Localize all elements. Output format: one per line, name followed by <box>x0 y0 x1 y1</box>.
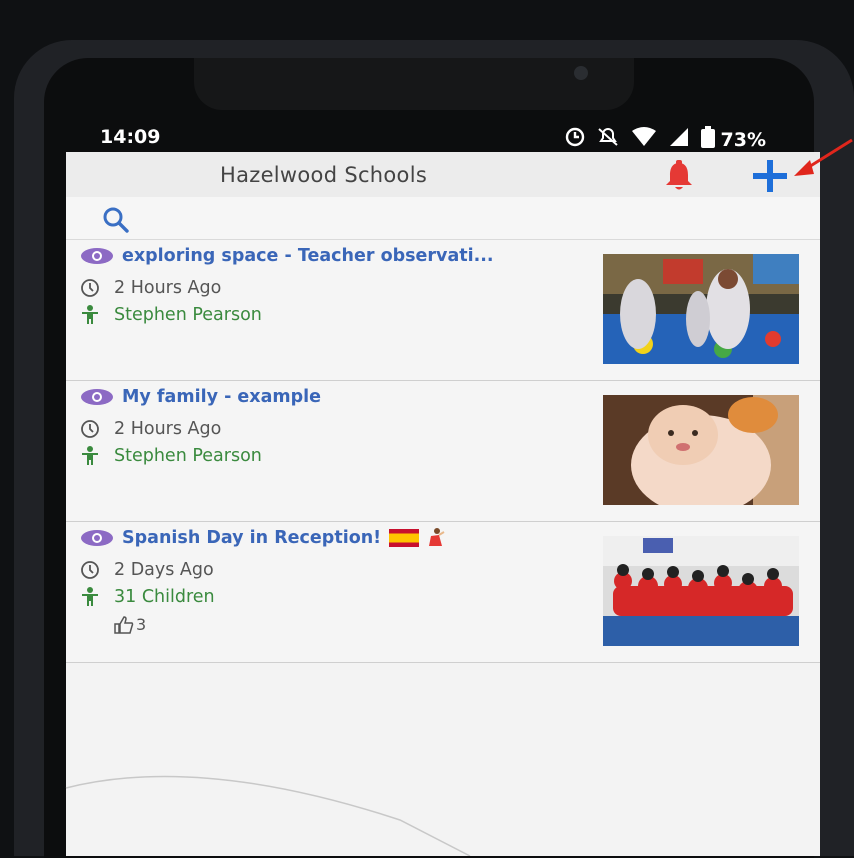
spain-flag-icon <box>389 529 420 547</box>
post-author: Stephen Pearson <box>114 305 262 325</box>
clock-icon <box>81 420 99 438</box>
plus-icon[interactable] <box>750 159 790 193</box>
person-icon <box>82 305 98 324</box>
mute-icon <box>597 127 619 152</box>
eye-icon <box>81 530 113 546</box>
person-icon <box>82 587 98 606</box>
person-icon <box>82 446 98 465</box>
post-thumbnail[interactable] <box>603 254 799 364</box>
status-time: 14:09 <box>100 126 161 148</box>
list-item[interactable]: exploring space - Teacher observati... 2… <box>66 240 820 381</box>
list-item[interactable]: Spanish Day in Reception! 2 Days Ago 31 … <box>66 522 820 663</box>
status-icons: 73% <box>565 126 766 153</box>
eye-icon <box>81 248 113 264</box>
phone-notch <box>194 58 634 110</box>
post-time: 2 Hours Ago <box>114 419 222 439</box>
likes-value: 3 <box>136 615 147 634</box>
post-title[interactable]: My family - example <box>122 387 321 407</box>
post-time: 2 Days Ago <box>114 560 214 580</box>
status-bar: 14:09 73% <box>100 126 780 152</box>
wifi-icon <box>631 127 657 152</box>
screen-crack <box>65 775 471 856</box>
thumbs-up-icon[interactable] <box>114 615 134 634</box>
post-author: 31 Children <box>114 587 215 607</box>
dancer-icon <box>429 528 445 546</box>
sync-icon <box>565 127 585 152</box>
clock-icon <box>81 561 99 579</box>
bell-icon[interactable] <box>662 160 696 192</box>
post-title[interactable]: Spanish Day in Reception! <box>122 528 381 548</box>
battery-percent: 73% <box>720 128 766 151</box>
page-title: Hazelwood Schools <box>220 163 428 187</box>
clock-icon <box>81 279 99 297</box>
list-item[interactable]: My family - example 2 Hours Ago Stephen … <box>66 381 820 522</box>
red-arrow-annotation <box>794 138 853 176</box>
eye-icon <box>81 389 113 405</box>
post-author: Stephen Pearson <box>114 446 262 466</box>
like-count[interactable]: 3 <box>114 615 146 634</box>
battery-icon <box>700 126 715 153</box>
search-icon[interactable] <box>102 206 130 234</box>
app-header: Hazelwood Schools <box>66 152 820 197</box>
front-camera <box>574 66 588 80</box>
post-title[interactable]: exploring space - Teacher observati... <box>122 246 494 266</box>
post-thumbnail[interactable] <box>603 536 799 646</box>
post-thumbnail[interactable] <box>603 395 799 505</box>
search-bar[interactable] <box>66 197 820 240</box>
app-screen: Hazelwood Schools exploring space - Teac… <box>66 152 820 856</box>
post-time: 2 Hours Ago <box>114 278 222 298</box>
signal-icon <box>669 127 689 152</box>
